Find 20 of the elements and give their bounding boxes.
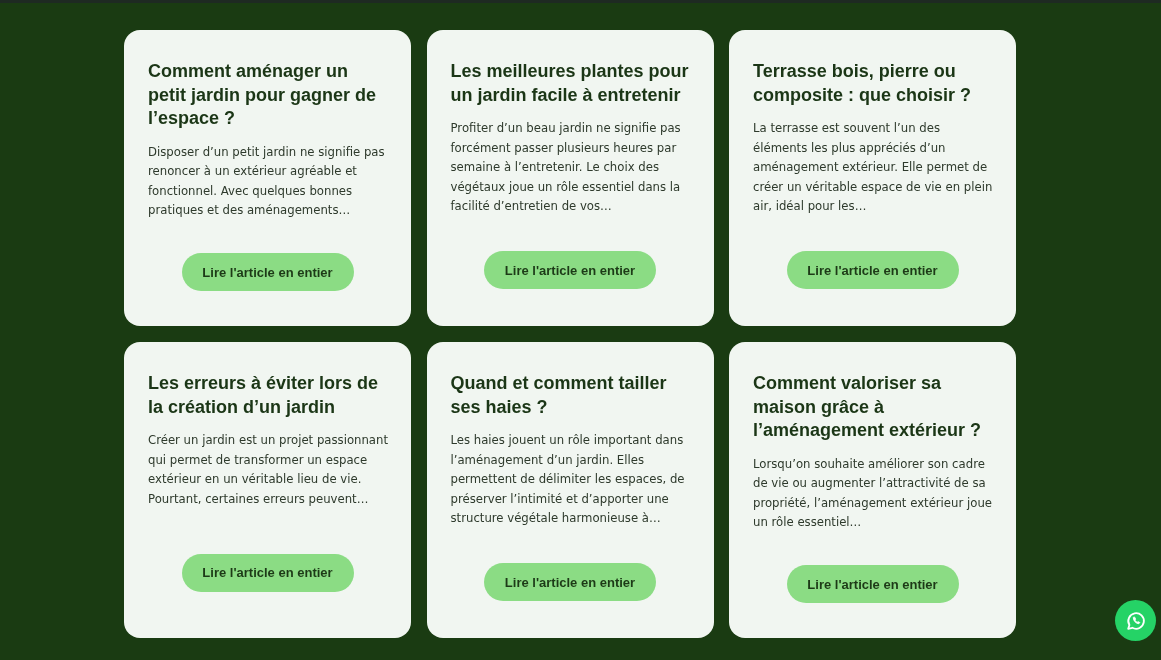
article-title: Les erreurs à éviter lors de la création d’un jardin xyxy=(148,372,380,419)
read-article-button[interactable]: Lire l'article en entier xyxy=(181,253,354,292)
article-title: Les meilleures plantes pour un jardin facile à entretenir xyxy=(450,60,690,107)
article-excerpt: Profiter d’un beau jardin ne signifie pas forcément passer plusieurs heures par semaine à l’entretenir. Le choix des végétaux joue un rôle essentiel dans la facilité d’entretien de vos… xyxy=(450,120,682,216)
read-article-button[interactable]: Lire l'article en entier xyxy=(786,251,959,290)
read-article-button[interactable]: Lire l'article en entier xyxy=(786,565,959,604)
read-article-button[interactable]: Lire l'article en entier xyxy=(181,553,354,592)
article-excerpt: Créer un jardin est un projet passionnant qui permet de transformer un espace extérieur en un véritable lieu de vie. Pourtant, certaines erreurs peuvent… xyxy=(148,432,390,508)
article-title: Comment valoriser sa maison grâce à l’aménagement extérieur ? xyxy=(753,372,983,442)
phone-chat-bubble-icon xyxy=(1124,609,1147,632)
article-excerpt: Disposer d’un petit jardin ne signifie pas renoncer à un extérieur agréable et fonctionnel. Avec quelques bonnes pratiques et des aménagements… xyxy=(148,143,386,220)
floating-chat-button[interactable] xyxy=(1115,600,1156,641)
article-excerpt: Les haies jouent un rôle important dans l’aménagement d’un jardin. Elles permettent de délimiter les espaces, de préserver l’intimité et d’apporter une structure végétale harmonieuse à… xyxy=(450,432,686,528)
article-excerpt: La terrasse est souvent l’un des éléments les plus appréciés d’un aménagement extérieur. Elle permet de créer un véritable espace de vie en plein air, idéal pour les… xyxy=(753,120,994,216)
article-title: Terrasse bois, pierre ou composite : que choisir ? xyxy=(753,60,973,107)
article-title: Comment aménager un petit jardin pour gagner de l’espace ? xyxy=(148,60,377,130)
read-article-button[interactable]: Lire l'article en entier xyxy=(484,251,656,290)
article-excerpt: Lorsqu’on souhaite améliorer son cadre de vie ou augmenter l’attractivité de sa propriété, l’aménagement extérieur joue un rôle essentiel… xyxy=(753,455,993,532)
article-title: Quand et comment tailler ses haies ? xyxy=(450,372,668,419)
read-article-button[interactable]: Lire l'article en entier xyxy=(484,563,656,602)
